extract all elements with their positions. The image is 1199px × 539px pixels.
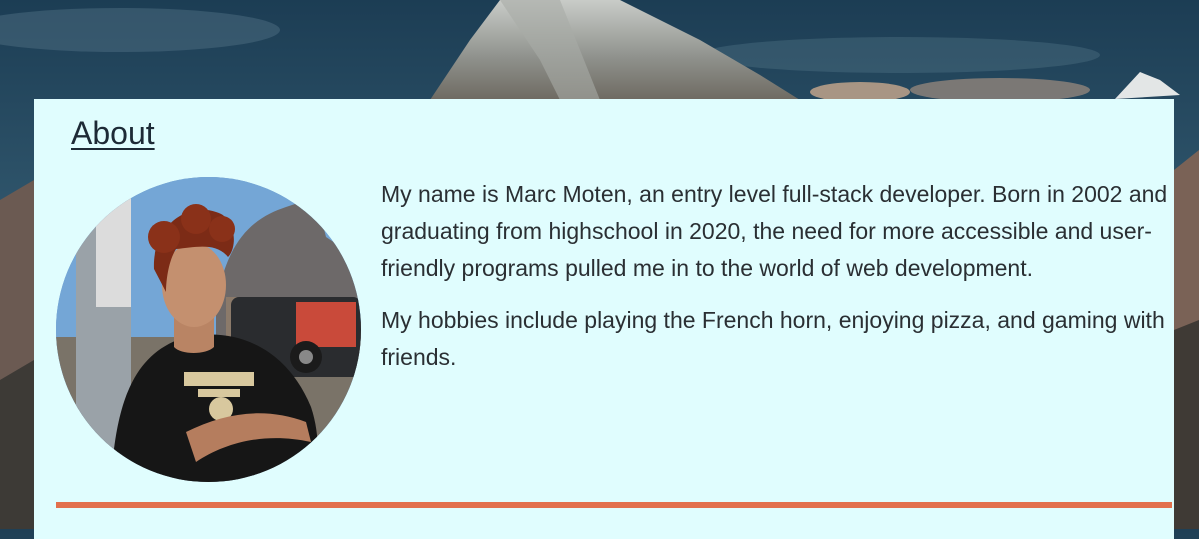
bio-paragraph-intro: My name is Marc Moten, an entry level fu…	[381, 181, 1168, 281]
about-bio: My name is Marc Moten, an entry level fu…	[381, 176, 1171, 391]
section-divider	[56, 502, 1172, 508]
profile-photo	[56, 177, 361, 482]
about-heading: About	[71, 115, 155, 151]
about-section: About My name is Marc Moten, an entry le…	[34, 99, 1174, 539]
bio-paragraph-hobbies: My hobbies include playing the French ho…	[381, 307, 1165, 370]
